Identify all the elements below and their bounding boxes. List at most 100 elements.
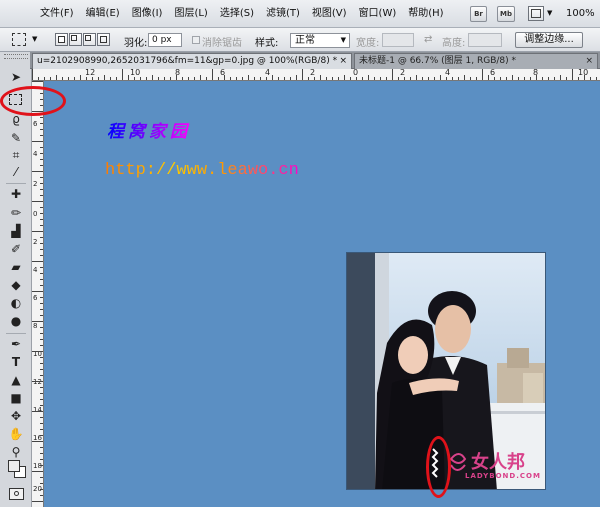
ruler-tick xyxy=(536,75,537,80)
horizontal-ruler[interactable]: 12 10 8 6 4 2 0 2 4 6 8 10 xyxy=(32,69,600,81)
ruler-label: 4 xyxy=(33,150,38,158)
menu-image[interactable]: 图像(I) xyxy=(126,8,169,20)
ruler-label: 2 xyxy=(33,238,38,246)
ruler-tick xyxy=(40,465,43,466)
menu-view[interactable]: 视图(V) xyxy=(306,8,353,20)
ruler-tick xyxy=(40,153,43,154)
subtract-from-selection-icon[interactable] xyxy=(83,33,96,46)
ruler-tick xyxy=(176,75,177,80)
ruler-tick xyxy=(40,333,43,334)
arrange-dropdown-icon[interactable]: ▼ xyxy=(547,9,552,17)
eraser-tool-icon[interactable]: ▰ xyxy=(8,260,24,275)
eyedropper-tool-icon[interactable]: ⁄ xyxy=(8,165,24,180)
ruler-tick xyxy=(32,321,43,322)
ruler-tick xyxy=(590,77,591,80)
refine-edge-button[interactable]: 调整边缘... xyxy=(515,32,583,48)
ruler-tick xyxy=(68,77,69,80)
panel-grip[interactable] xyxy=(4,54,28,59)
tab-document-untitled[interactable]: 未标题-1 @ 66.7% (图层 1, RGB/8) * × xyxy=(354,53,598,69)
antialias-checkbox[interactable] xyxy=(192,36,200,44)
type-tool-icon[interactable]: T xyxy=(8,355,24,370)
blur-tool-icon[interactable]: ◐ xyxy=(8,296,24,311)
chevron-down-icon: ▼ xyxy=(340,36,346,44)
ruler-tick xyxy=(398,77,399,80)
ruler-tick xyxy=(134,77,135,80)
menu-help[interactable]: 帮助(H) xyxy=(402,8,449,20)
brush-tool-icon[interactable]: ✏ xyxy=(8,206,24,221)
vertical-ruler[interactable]: 6 4 2 0 2 4 6 8 10 12 14 16 18 20 xyxy=(32,81,44,507)
ruler-tick xyxy=(224,75,225,80)
tab-document-jpg[interactable]: u=2102908990,2652031796&fm=11&gp=0.jpg @… xyxy=(32,53,352,69)
menu-layer[interactable]: 图层(L) xyxy=(168,8,213,20)
quick-selection-tool-icon[interactable]: ✎ xyxy=(8,131,24,146)
menu-file[interactable]: 文件(F) xyxy=(40,8,80,20)
dodge-tool-icon[interactable]: ● xyxy=(8,314,24,329)
add-to-selection-icon[interactable] xyxy=(69,33,82,46)
swap-dimensions-icon[interactable]: ⇄ xyxy=(424,34,432,45)
ruler-tick xyxy=(404,77,405,80)
ruler-tick xyxy=(218,77,219,80)
ruler-tick xyxy=(518,77,519,80)
ruler-tick xyxy=(40,327,43,328)
document-canvas[interactable]: 程窝家园 http://www.leawo.cn 女人邦 LADYBOND.CO… xyxy=(45,82,600,507)
height-input[interactable] xyxy=(468,33,502,47)
3d-rotate-tool-icon[interactable]: ✥ xyxy=(8,409,24,424)
antialias-label: 消除锯齿 xyxy=(202,38,242,49)
ruler-tick xyxy=(40,483,43,484)
ruler-tick xyxy=(584,75,585,80)
close-icon[interactable]: × xyxy=(339,54,347,69)
clone-stamp-tool-icon[interactable]: ▟ xyxy=(8,224,24,239)
history-brush-tool-icon[interactable]: ✐ xyxy=(8,242,24,257)
quick-mask-icon[interactable] xyxy=(9,488,24,500)
zoom-tool-icon[interactable]: ⚲ xyxy=(8,445,24,460)
ruler-tick xyxy=(32,69,33,80)
ruler-tick xyxy=(458,77,459,80)
menu-select[interactable]: 选择(S) xyxy=(214,8,260,20)
intersect-selection-icon[interactable] xyxy=(97,33,110,46)
ruler-tick xyxy=(332,77,333,80)
ruler-tick xyxy=(40,213,43,214)
ruler-tick xyxy=(40,435,43,436)
style-select-value: 正常 xyxy=(295,35,315,46)
paint-bucket-tool-icon[interactable]: ◆ xyxy=(8,278,24,293)
tool-preset-icon[interactable] xyxy=(12,33,26,46)
ruler-tick xyxy=(380,77,381,80)
ruler-tick xyxy=(542,77,543,80)
path-selection-tool-icon[interactable]: ▲ xyxy=(8,373,24,388)
ruler-tick xyxy=(362,77,363,80)
ruler-tick xyxy=(40,279,43,280)
ruler-tick xyxy=(32,171,43,172)
style-select[interactable]: 正常 ▼ xyxy=(290,33,350,48)
tool-preset-dropdown-icon[interactable]: ▼ xyxy=(32,35,37,43)
ruler-tick xyxy=(40,387,43,388)
mini-bridge-button[interactable]: Mb xyxy=(497,6,515,22)
menu-window[interactable]: 窗口(W) xyxy=(353,8,403,20)
crop-tool-icon[interactable]: ⌗ xyxy=(8,148,24,163)
close-icon[interactable]: × xyxy=(585,54,593,69)
ruler-tick xyxy=(488,75,489,80)
ruler-tick xyxy=(32,351,43,352)
hand-tool-icon[interactable]: ✋ xyxy=(8,427,24,442)
ruler-tick xyxy=(476,77,477,80)
foreground-color-swatch[interactable] xyxy=(8,460,20,472)
ruler-tick xyxy=(296,75,297,80)
width-input[interactable] xyxy=(382,33,414,47)
spot-healing-brush-tool-icon[interactable]: ✚ xyxy=(8,187,24,202)
bridge-button[interactable]: Br xyxy=(470,6,487,22)
ruler-tick xyxy=(170,77,171,80)
rectangle-tool-icon[interactable]: ■ xyxy=(8,391,24,406)
feather-input[interactable]: 0 px xyxy=(148,33,182,47)
move-tool-icon[interactable]: ➤ xyxy=(8,70,24,85)
pen-tool-icon[interactable]: ✒ xyxy=(8,337,24,352)
ruler-tick xyxy=(40,165,43,166)
ruler-tick xyxy=(338,77,339,80)
arrange-documents-icon[interactable] xyxy=(528,6,544,21)
ruler-tick xyxy=(40,375,43,376)
new-selection-icon[interactable] xyxy=(55,33,68,46)
menu-edit[interactable]: 编辑(E) xyxy=(80,8,126,20)
zoom-level[interactable]: 100% xyxy=(566,8,595,19)
tab-label: u=2102908990,2652031796&fm=11&gp=0.jpg @… xyxy=(37,56,338,66)
ruler-tick xyxy=(596,77,597,80)
ruler-tick xyxy=(40,393,43,394)
menu-filter[interactable]: 滤镜(T) xyxy=(260,8,306,20)
